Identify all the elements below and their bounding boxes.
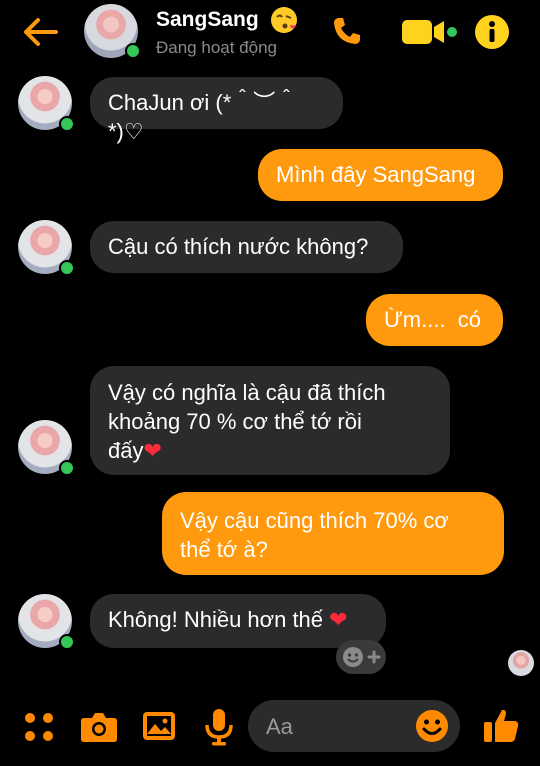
contact-avatar-small[interactable] [18, 594, 75, 650]
video-camera-icon[interactable] [402, 17, 458, 52]
microphone-icon[interactable] [204, 708, 234, 751]
contact-avatar-small[interactable] [18, 420, 75, 476]
heart-emoji-icon: ❤ [143, 438, 162, 463]
message-incoming[interactable]: Không! Nhiều hơn thế ❤ [90, 594, 386, 648]
image-icon[interactable] [142, 710, 176, 747]
contact-status: Đang hoạt động [156, 38, 277, 57]
message-text-line: Vậy cậu cũng thích 70% cơ [180, 508, 449, 533]
contact-name[interactable]: SangSang [156, 8, 259, 32]
message-outgoing[interactable]: Vậy cậu cũng thích 70% cơ thể tớ à? [162, 492, 504, 575]
message-incoming[interactable]: ChaJun ơi (*＾︶＾*)♡ [90, 77, 343, 144]
apps-grid-icon[interactable] [24, 712, 54, 747]
message-text: ChaJun ơi (*＾︶＾*)♡ [108, 90, 298, 144]
phone-icon[interactable] [330, 14, 364, 53]
message-text-line: đấy [108, 438, 144, 463]
message-text: Không! Nhiều hơn thế [108, 607, 324, 632]
message-incoming[interactable]: Vậy có nghĩa là cậu đã thích khoảng 70 %… [90, 366, 450, 475]
online-indicator [59, 460, 75, 476]
contact-avatar-small[interactable] [18, 220, 75, 276]
message-text: Ừm.... có [384, 307, 482, 332]
message-incoming[interactable]: Cậu có thích nước không? [90, 221, 403, 273]
back-arrow-icon[interactable] [20, 14, 60, 50]
online-indicator [125, 43, 141, 59]
message-text: Mình đây SangSang [276, 162, 476, 187]
chat-header: SangSang Đang hoạt động [0, 0, 540, 64]
add-reaction-icon [343, 647, 381, 667]
message-text-line: khoảng 70 % cơ thể tớ rồi [108, 409, 362, 434]
camera-icon[interactable] [80, 710, 118, 749]
add-reaction-button[interactable] [336, 640, 386, 674]
online-indicator [59, 116, 75, 132]
message-text-line: Vậy có nghĩa là cậu đã thích [108, 380, 386, 405]
message-input-box[interactable] [248, 700, 460, 752]
message-text: Cậu có thích nước không? [108, 234, 369, 259]
info-icon[interactable] [474, 14, 510, 55]
message-text-line: thể tớ à? [180, 537, 268, 562]
contact-avatar[interactable] [84, 4, 141, 59]
heart-emoji-icon: ❤ [329, 607, 348, 632]
contact-avatar-small[interactable] [18, 76, 75, 132]
thumbs-up-icon[interactable] [482, 706, 520, 749]
online-indicator [59, 260, 75, 276]
message-outgoing[interactable]: Mình đây SangSang [258, 149, 503, 201]
kiss-emoji-icon [270, 6, 298, 34]
composer-toolbar [0, 694, 540, 766]
message-input[interactable] [264, 710, 408, 744]
online-indicator [59, 634, 75, 650]
seen-receipt-avatar [508, 650, 534, 676]
emoji-icon[interactable] [414, 708, 450, 744]
message-outgoing[interactable]: Ừm.... có [366, 294, 503, 346]
